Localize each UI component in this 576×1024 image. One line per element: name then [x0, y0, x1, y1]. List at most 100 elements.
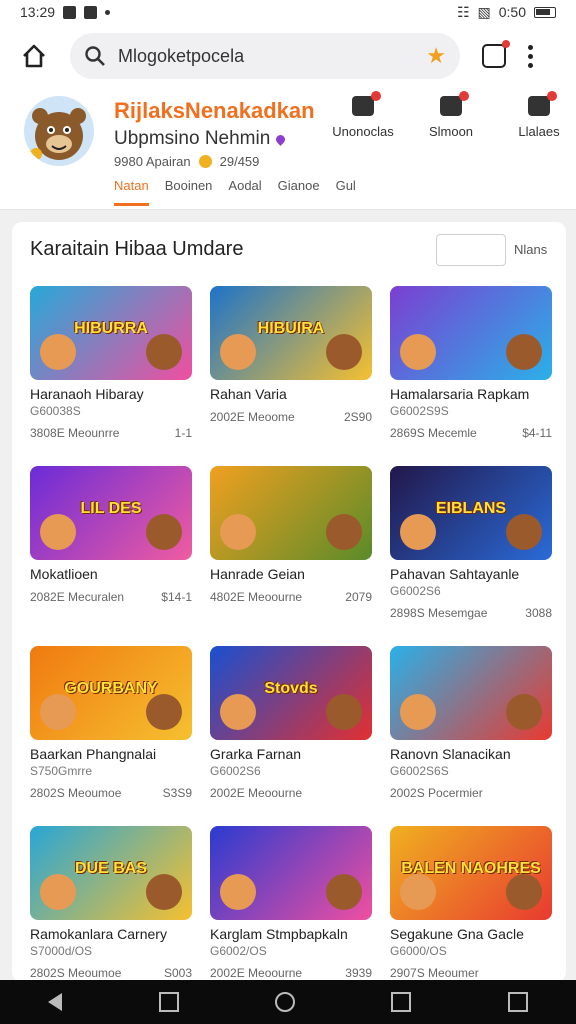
status-bar: 13:29 ☷ ▧ 0:50: [0, 0, 576, 24]
game-thumbnail[interactable]: [210, 826, 372, 920]
character-icon: [220, 514, 256, 550]
game-thumbnail[interactable]: EIBLANS: [390, 466, 552, 560]
tabs-button[interactable]: [482, 40, 510, 68]
game-price: S003: [163, 966, 192, 980]
back-icon[interactable]: [48, 993, 63, 1011]
battery-text: 0:50: [498, 4, 526, 20]
character-icon: [40, 334, 76, 370]
action-cart[interactable]: Llalaes: [506, 91, 572, 139]
tab-gianoe[interactable]: Gianoe: [278, 178, 320, 206]
tab-booinen[interactable]: Booinen: [165, 178, 213, 206]
game-tile[interactable]: LIL DES Mokatlioen 2082E Mecuralen $14-1: [30, 466, 192, 628]
game-thumbnail[interactable]: Stovds: [210, 646, 372, 740]
game-price: 2079: [345, 590, 372, 604]
game-tile[interactable]: GOURBANY Baarkan Phangnalai S750Gmrre 2802S…: [30, 646, 192, 808]
game-tile[interactable]: EIBLANS Pahavan Sahtayanle G6002S6 2898S Me…: [390, 466, 552, 628]
game-thumbnail[interactable]: [390, 646, 552, 740]
bear-mascot-icon: [30, 108, 86, 160]
game-price: 3939: [345, 966, 372, 980]
game-meta: 2898S Mesemgae 3088: [390, 606, 552, 620]
profile-stats: 9980 Apairan 29/459: [114, 154, 260, 169]
game-thumbnail[interactable]: [390, 286, 552, 380]
game-title[interactable]: Pahavan Sahtayanle: [390, 566, 552, 582]
game-code: G6000/OS: [390, 944, 447, 958]
game-meta: 2802S Meoumoe S3S9: [30, 786, 192, 800]
chat-icon: [440, 91, 469, 116]
games-card: Karaitain Hibaa Umdare Nlans HIBURRA Hara…: [12, 222, 566, 982]
tab-gul[interactable]: Gul: [336, 178, 356, 206]
game-date: 2802S Meoumoe: [30, 966, 122, 980]
character-icon: [400, 514, 436, 550]
game-title[interactable]: Baarkan Phangnalai: [30, 746, 192, 762]
game-tile[interactable]: DUE BAS Ramokanlara Carnery S7000d/OS 2802S…: [30, 826, 192, 982]
tab-natan[interactable]: Natan: [114, 178, 149, 206]
character-icon: [506, 694, 542, 730]
character-icon: [40, 514, 76, 550]
dot-icon: [105, 9, 111, 15]
avatar[interactable]: [24, 96, 94, 166]
game-title[interactable]: Hanrade Geian: [210, 566, 372, 582]
game-thumbnail[interactable]: HIBURRA: [30, 286, 192, 380]
game-tile[interactable]: HIBUIRA Rahan Varia 2002E Meoome 2S90: [210, 286, 372, 448]
profile-header: RijlaksNenakadkan Ubpmsino Nehmin 9980 A…: [0, 88, 576, 210]
square-icon[interactable]: [158, 992, 179, 1012]
more-vert-icon[interactable]: [528, 44, 533, 68]
game-tile[interactable]: HIBURRA Haranaoh Hibaray G60038S 3808E Meou…: [30, 286, 192, 448]
filter-label[interactable]: Nlans: [514, 242, 547, 257]
game-meta: 3808E Meounrre 1-1: [30, 426, 192, 440]
character-icon: [146, 514, 182, 550]
character-icon: [146, 874, 182, 910]
game-thumbnail[interactable]: LIL DES: [30, 466, 192, 560]
game-code: S750Gmrre: [30, 764, 93, 778]
address-bar[interactable]: Mlogoketpocela ★: [70, 33, 460, 79]
game-title[interactable]: Haranaoh Hibaray: [30, 386, 192, 402]
game-tile[interactable]: Stovds Grarka Farnan G6002S6 2002E Meoourne: [210, 646, 372, 808]
game-price: 2S90: [343, 410, 372, 424]
game-meta: 2082E Mecuralen $14-1: [30, 590, 192, 604]
game-tile[interactable]: BALEN NAOHRES Segakune Gna Gacle G6000/OS 2…: [390, 826, 552, 982]
character-icon: [400, 694, 436, 730]
character-icon: [146, 694, 182, 730]
cart-icon: [528, 91, 557, 116]
game-title[interactable]: Segakune Gna Gacle: [390, 926, 552, 942]
square-icon[interactable]: [391, 992, 412, 1012]
home-circle-icon[interactable]: [274, 992, 295, 1012]
home-icon: [23, 44, 45, 68]
game-code: S7000d/OS: [30, 944, 93, 958]
game-price: S3S9: [162, 786, 192, 800]
filter-input[interactable]: [436, 234, 506, 266]
game-title[interactable]: Ramokanlara Carnery: [30, 926, 192, 942]
game-title[interactable]: Rahan Varia: [210, 386, 372, 402]
game-thumbnail[interactable]: HIBUIRA: [210, 286, 372, 380]
signal-icon: ▧: [477, 3, 491, 20]
game-banner-text: BALEN NAOHRES: [401, 860, 541, 877]
action-store[interactable]: Unonoclas: [330, 91, 396, 139]
game-title[interactable]: Ranovn Slanacikan: [390, 746, 552, 762]
game-title[interactable]: Grarka Farnan: [210, 746, 372, 762]
game-title[interactable]: Hamalarsaria Rapkam: [390, 386, 552, 402]
game-title[interactable]: Mokatlioen: [30, 566, 192, 582]
game-thumbnail[interactable]: DUE BAS: [30, 826, 192, 920]
game-thumbnail[interactable]: [210, 466, 372, 560]
game-date: 4802E Meoourne: [210, 590, 303, 604]
character-icon: [326, 874, 362, 910]
url-text: Mlogoketpocela: [118, 45, 245, 66]
tab-aodal[interactable]: Aodal: [228, 178, 261, 206]
game-thumbnail[interactable]: GOURBANY: [30, 646, 192, 740]
game-tile[interactable]: Hanrade Geian 4802E Meoourne 2079: [210, 466, 372, 628]
recents-icon[interactable]: [507, 992, 528, 1012]
game-price: 3088: [525, 606, 552, 620]
game-banner-text: DUE BAS: [74, 860, 147, 877]
star-icon[interactable]: ★: [426, 43, 446, 69]
action-chat[interactable]: Slmoon: [418, 91, 484, 139]
game-tile[interactable]: Hamalarsaria Rapkam G6002S9S 2869S Mecemle…: [390, 286, 552, 448]
character-icon: [506, 514, 542, 550]
game-thumbnail[interactable]: BALEN NAOHRES: [390, 826, 552, 920]
game-tile[interactable]: Ranovn Slanacikan G6002S6S 2002S Pocermier: [390, 646, 552, 808]
character-icon: [400, 874, 436, 910]
game-title[interactable]: Karglam Stmpbapkaln: [210, 926, 372, 942]
game-price: 1-1: [174, 426, 192, 440]
home-button[interactable]: [14, 36, 54, 76]
game-tile[interactable]: Karglam Stmpbapkaln G6002/OS 2002E Meoourn…: [210, 826, 372, 982]
game-date: 2002E Meoourne: [210, 966, 303, 980]
